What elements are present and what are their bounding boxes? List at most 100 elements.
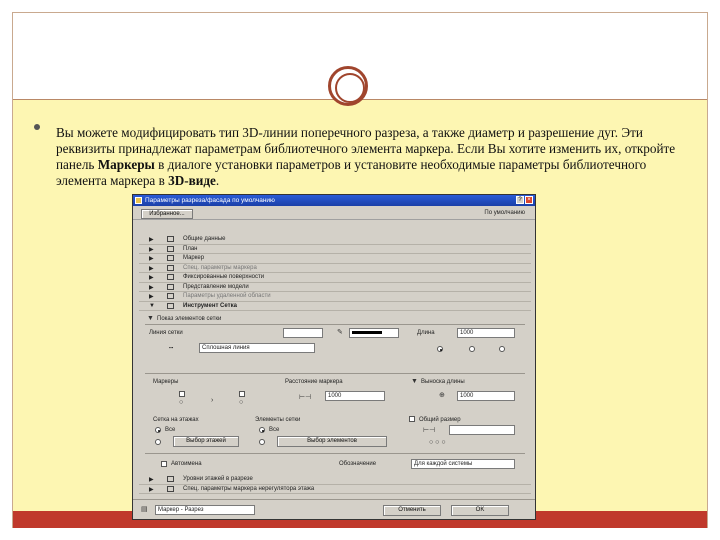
- expand-arrow-icon[interactable]: ▶: [149, 255, 154, 262]
- section-row[interactable]: ▶ Параметры удаленной области: [139, 292, 531, 302]
- section-row[interactable]: ▶ План: [139, 245, 531, 254]
- elements-label: Элементы сетки: [255, 417, 301, 423]
- section-icon: [167, 255, 174, 261]
- section-label: Уровни этажей в разрезе: [183, 476, 253, 482]
- marker-end-checkbox[interactable]: [239, 391, 245, 397]
- elements-all-radio[interactable]: [259, 427, 265, 433]
- floors-all-radio[interactable]: [155, 427, 161, 433]
- floors-select-radio[interactable]: [155, 439, 161, 445]
- select-elements-button[interactable]: Выбор элементов: [277, 436, 387, 447]
- floors-label: Сетка на этажах: [153, 417, 199, 423]
- help-button[interactable]: ?: [516, 196, 524, 204]
- section-icon: [167, 476, 174, 482]
- expand-arrow-icon[interactable]: ▶: [149, 246, 154, 253]
- favorites-button[interactable]: Избранное...: [141, 209, 193, 219]
- distance-label: Расстояние маркера: [285, 379, 343, 385]
- ok-button[interactable]: OK: [451, 505, 509, 516]
- section-label: Спец. параметры маркера нерегулятора эта…: [183, 485, 315, 492]
- marker-icon: ○: [239, 399, 244, 406]
- total-size-icon: ⊢⊣: [423, 427, 436, 434]
- section-label: Маркер: [183, 255, 205, 261]
- section-list: ▶ Общие данные ▶ План ▶ Маркер ▶ Спец. парам…: [139, 235, 531, 311]
- chevron-right-icon: ›: [211, 397, 214, 404]
- paragraph-bold-3d: 3D-виде: [168, 173, 216, 188]
- width-input[interactable]: 1000: [457, 328, 515, 338]
- section-label: Инструмент Сетка: [183, 302, 237, 309]
- expand-arrow-icon[interactable]: ▼: [411, 378, 418, 385]
- numbering-label: Обозначение: [339, 461, 377, 467]
- elements-select-radio[interactable]: [259, 439, 265, 445]
- dialog-titlebar[interactable]: Параметры разреза/фасада по умолчанию ? …: [133, 195, 535, 206]
- section-icon: [167, 236, 174, 242]
- pen-icon: ✎: [337, 329, 343, 336]
- section-row[interactable]: ▶ Уровни этажей в разрезе: [139, 475, 531, 485]
- bubble-input[interactable]: 1000: [457, 391, 515, 401]
- section-icon: [167, 302, 174, 309]
- section-icon: [167, 293, 174, 299]
- distance-input[interactable]: 1000: [325, 391, 385, 401]
- app-icon: [135, 197, 142, 204]
- section-icon: [167, 485, 174, 492]
- total-size-label: Общий размер: [419, 417, 461, 423]
- bullet-icon: [34, 124, 40, 130]
- cancel-button[interactable]: Отменить: [383, 505, 441, 516]
- orientation-radio[interactable]: [469, 346, 475, 352]
- dialog-footer: ▤ Маркер - Разрез Отменить OK: [133, 499, 535, 519]
- dialog-toolbar: Избранное... По умолчанию: [133, 206, 535, 220]
- close-button[interactable]: ×: [525, 196, 533, 204]
- settings-dialog: Параметры разреза/фасада по умолчанию ? …: [132, 194, 536, 520]
- section-label: План: [183, 245, 198, 252]
- expand-arrow-icon[interactable]: ▶: [149, 265, 154, 272]
- collapse-arrow-icon[interactable]: ▼: [149, 303, 155, 309]
- marker-icon: ○: [179, 399, 184, 406]
- section-label: Параметры удаленной области: [183, 293, 271, 299]
- section-row[interactable]: ▶ Фиксированные поверхности: [139, 273, 531, 283]
- orientation-icon: ○ ○ ○: [429, 439, 446, 446]
- markers-label: Маркеры: [153, 379, 179, 385]
- select-floors-button[interactable]: Выбор этажей: [173, 436, 239, 447]
- divider: [145, 453, 525, 454]
- layer-select[interactable]: Маркер - Разрез: [155, 505, 255, 515]
- section-row[interactable]: ▶ Представление модели: [139, 283, 531, 292]
- width-label: Длина: [417, 330, 435, 336]
- numbering-select[interactable]: Для каждой системы: [411, 459, 515, 469]
- expand-arrow-icon[interactable]: ▶: [149, 236, 154, 243]
- divider: [145, 373, 525, 374]
- layer-icon: ▤: [141, 506, 148, 513]
- section-row-expanded[interactable]: ▼ Инструмент Сетка: [139, 302, 531, 311]
- expand-arrow-icon[interactable]: ▶: [149, 486, 154, 493]
- section-label: Спец. параметры маркера: [183, 264, 257, 271]
- expand-arrow-icon[interactable]: ▶: [149, 284, 154, 291]
- section-row[interactable]: ▶ Общие данные: [139, 235, 531, 245]
- grid-panel: ▼ Показ элементов сетки Линия сетки ✎ Дл…: [139, 313, 531, 483]
- expand-arrow-icon[interactable]: ▶: [149, 293, 154, 300]
- slide-paragraph: Вы можете модифицировать тип 3D-линии по…: [56, 125, 698, 189]
- line-pattern-select[interactable]: Сплошная линия: [199, 343, 315, 353]
- section-row[interactable]: ▶ Спец. параметры маркера нерегулятора эт…: [139, 485, 531, 494]
- pen-select[interactable]: [349, 328, 399, 338]
- expand-arrow-icon[interactable]: ▶: [149, 274, 154, 281]
- bubble-label: Выноска длины: [421, 379, 465, 385]
- expand-arrow-icon[interactable]: ▶: [149, 476, 154, 483]
- ornament-icon: [328, 66, 368, 106]
- section-label: Общие данные: [183, 236, 226, 242]
- section-label: Представление модели: [183, 283, 249, 290]
- section-icon: [167, 264, 174, 271]
- auto-names-checkbox[interactable]: [161, 461, 167, 467]
- orientation-radio[interactable]: [499, 346, 505, 352]
- section-row[interactable]: ▶ Спец. параметры маркера: [139, 264, 531, 273]
- marker-start-checkbox[interactable]: [179, 391, 185, 397]
- line-type-select[interactable]: [283, 328, 323, 338]
- default-label: По умолчанию: [484, 210, 525, 216]
- distance-icon: ⊢⊣: [299, 394, 312, 401]
- auto-names-label: Автоимена: [171, 461, 202, 467]
- collapse-arrow-icon[interactable]: ▼: [147, 315, 154, 322]
- section-row[interactable]: ▶ Маркер: [139, 254, 531, 264]
- divider: [145, 324, 525, 325]
- section-icon: [167, 245, 174, 252]
- total-size-input[interactable]: [449, 425, 515, 435]
- orientation-radio[interactable]: [437, 346, 443, 352]
- dialog-title: Параметры разреза/фасада по умолчанию: [145, 197, 275, 204]
- total-size-checkbox[interactable]: [409, 416, 415, 422]
- bottom-section-list: ▶ Уровни этажей в разрезе ▶ Спец. параметр…: [139, 475, 531, 494]
